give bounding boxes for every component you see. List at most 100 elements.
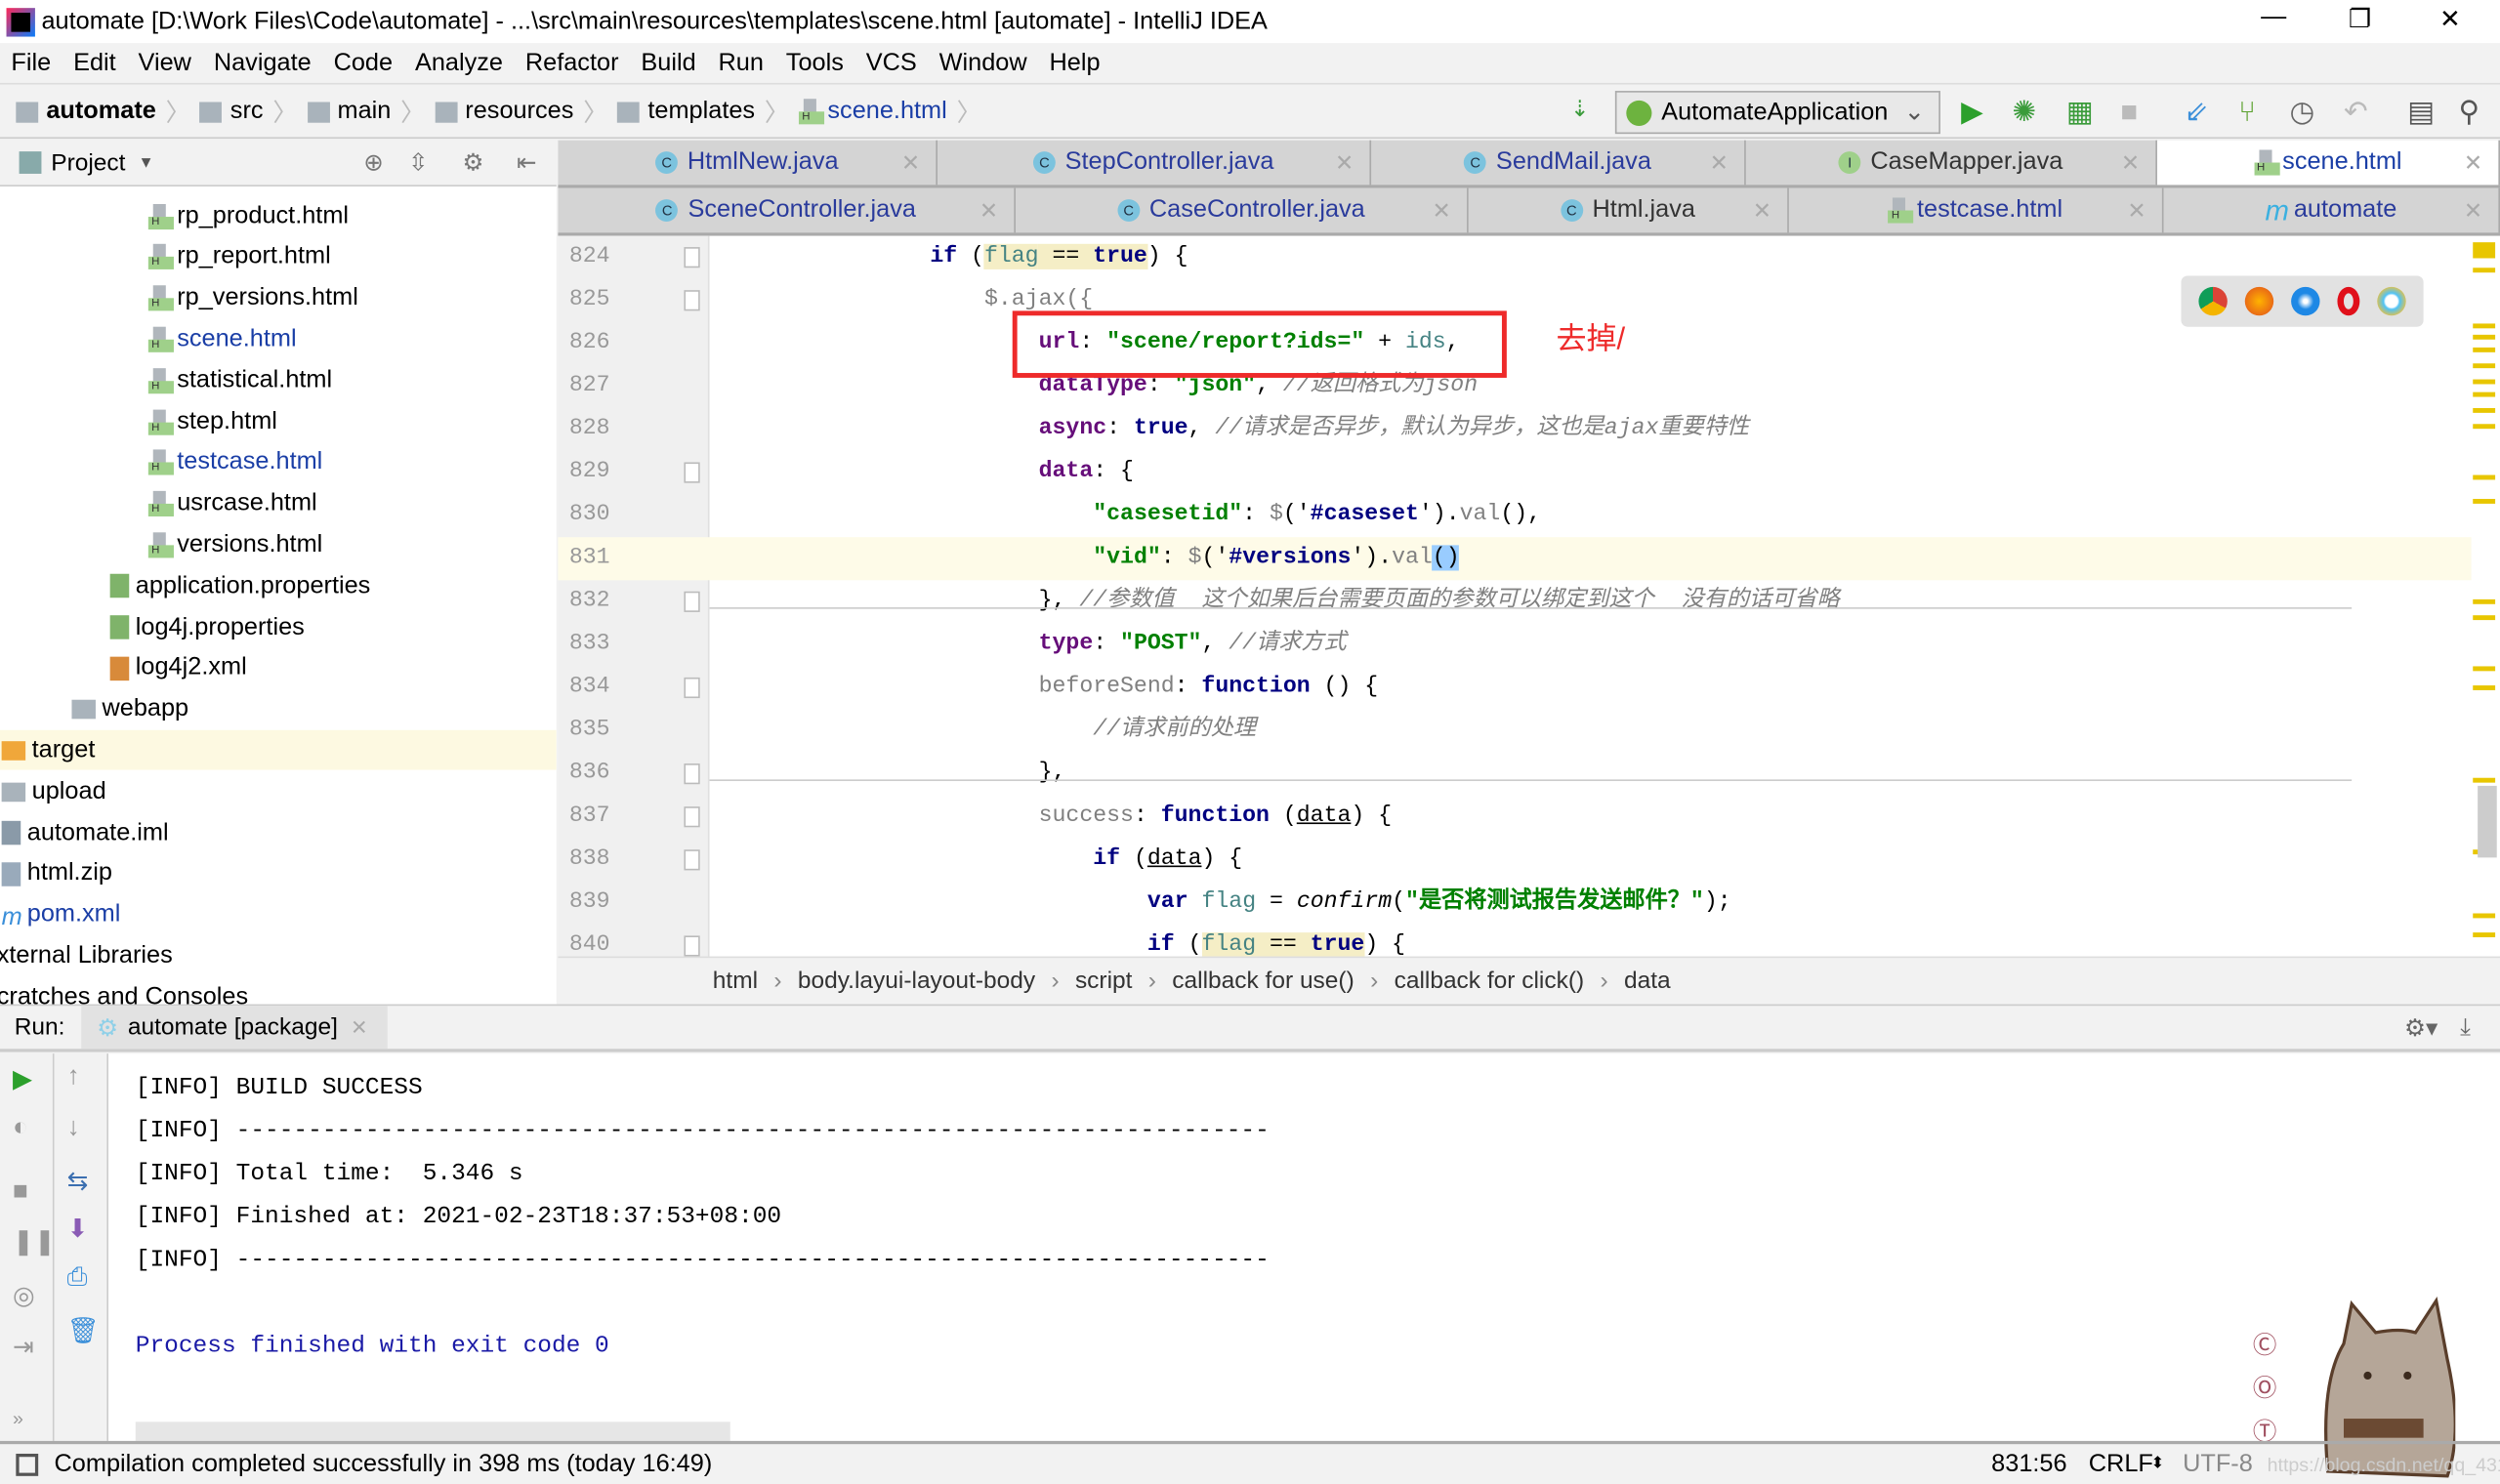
- menu-navigate[interactable]: Navigate: [214, 49, 312, 77]
- menu-tools[interactable]: Tools: [786, 49, 844, 77]
- code-line[interactable]: 839 var flag = confirm("是否将测试报告发送邮件？");: [558, 882, 2471, 925]
- code-line[interactable]: 838 if (data) {: [558, 839, 2471, 882]
- close-tab-icon[interactable]: ✕: [1433, 197, 1451, 225]
- tree-item[interactable]: m pom.xml: [1, 895, 120, 935]
- arrow-down-icon[interactable]: ↓: [67, 1114, 80, 1142]
- rerun-icon[interactable]: ▶: [13, 1063, 32, 1095]
- fold-marker-icon[interactable]: [684, 806, 700, 828]
- soft-wrap-icon[interactable]: ⇆: [67, 1165, 89, 1197]
- revert-icon[interactable]: ↶: [2344, 96, 2368, 129]
- fold-marker-icon[interactable]: [684, 247, 700, 268]
- sort-icon[interactable]: ⇣: [1570, 96, 1589, 123]
- breadcrumb-item[interactable]: templates 〉: [617, 94, 789, 129]
- tree-item[interactable]: rp_report.html: [147, 237, 331, 277]
- internet-explorer-icon[interactable]: [2376, 286, 2405, 316]
- tab-automate[interactable]: m automate ✕: [2164, 187, 2500, 233]
- code-line[interactable]: 832}, //参数值 这个如果后台需要页面的参数可以绑定到这个 没有的话可省略: [558, 580, 2471, 623]
- code-line[interactable]: 826 url: "scene/report?ids=" + ids,: [558, 322, 2471, 365]
- error-stripe-marker[interactable]: [2473, 363, 2496, 369]
- editor-breadcrumb-item[interactable]: callback for click(): [1395, 967, 1585, 994]
- error-stripe-marker[interactable]: [2473, 334, 2496, 340]
- close-tab-icon[interactable]: ✕: [1753, 197, 1771, 225]
- menu-run[interactable]: Run: [719, 49, 764, 77]
- error-stripe-marker[interactable]: [2473, 499, 2496, 504]
- fold-marker-icon[interactable]: [684, 763, 700, 785]
- debug-icon[interactable]: ✺: [2012, 96, 2036, 129]
- tree-item[interactable]: log4j.properties: [109, 607, 305, 647]
- editor-breadcrumb-item[interactable]: html: [713, 967, 758, 994]
- tab-scene-html[interactable]: scene.html ✕: [2156, 140, 2500, 186]
- collapse-all-icon[interactable]: ⇳: [408, 148, 429, 177]
- error-stripe-marker[interactable]: [2473, 392, 2496, 397]
- error-stripe-marker[interactable]: [2473, 242, 2496, 259]
- tab-htmlnew-java[interactable]: C HtmlNew.java ✕: [558, 140, 938, 186]
- code-editor[interactable]: 840 if (flag == true) {839 var flag = conf…: [558, 235, 2500, 957]
- trash-icon[interactable]: 🗑: [67, 1315, 100, 1347]
- close-tab-icon[interactable]: ✕: [979, 197, 998, 225]
- project-view-select[interactable]: Project: [51, 149, 125, 177]
- search-icon[interactable]: ⚲: [2459, 96, 2480, 129]
- toggle-tool-windows-icon[interactable]: [16, 1453, 39, 1476]
- menu-view[interactable]: View: [139, 49, 191, 77]
- tree-item[interactable]: application.properties: [109, 566, 370, 606]
- line-separator[interactable]: CRLF: [2089, 1450, 2153, 1478]
- tree-item[interactable]: automate.iml: [1, 813, 169, 853]
- close-button[interactable]: ✕: [2439, 3, 2461, 35]
- code-line[interactable]: 840 if (flag == true) {: [558, 925, 2471, 957]
- minimize-button[interactable]: —: [2261, 3, 2286, 31]
- run-icon[interactable]: ▶: [1961, 96, 1983, 129]
- editor-scrollbar[interactable]: [2478, 785, 2497, 858]
- dropdown-icon[interactable]: ▼: [139, 154, 154, 172]
- gear-icon[interactable]: ⚙: [462, 148, 483, 177]
- menu-file[interactable]: File: [11, 49, 51, 77]
- error-stripe-marker[interactable]: [2473, 615, 2496, 621]
- tree-item[interactable]: step.html: [147, 401, 277, 441]
- menu-edit[interactable]: Edit: [73, 49, 116, 77]
- error-stripe-marker[interactable]: [2473, 913, 2496, 919]
- run-tab[interactable]: ⚙ automate [package] ✕: [80, 1006, 388, 1050]
- breadcrumb-item[interactable]: resources 〉: [435, 94, 608, 129]
- close-tab-icon[interactable]: ✕: [351, 1014, 368, 1040]
- vcs-update-icon[interactable]: ⇙: [2185, 96, 2209, 129]
- tree-item[interactable]: cratches and Consoles: [0, 977, 248, 1005]
- menu-vcs[interactable]: VCS: [866, 49, 917, 77]
- tree-item[interactable]: versions.html: [147, 525, 322, 565]
- console-output[interactable]: Ⓒ Ⓞ Ⓣ [INFO] BUILD SUCCESS [INFO] -------…: [108, 1053, 2500, 1478]
- menu-help[interactable]: Help: [1050, 49, 1101, 77]
- close-tab-icon[interactable]: ✕: [1335, 149, 1354, 177]
- locate-icon[interactable]: ⊕: [363, 148, 384, 177]
- close-tab-icon[interactable]: ✕: [2464, 149, 2482, 177]
- menu-build[interactable]: Build: [641, 49, 695, 77]
- stop-icon[interactable]: ■: [2120, 96, 2138, 129]
- camera-icon[interactable]: ◎: [13, 1280, 35, 1312]
- debug-rerun-icon[interactable]: ◐: [13, 1114, 28, 1142]
- tree-item[interactable]: log4j2.xml: [109, 648, 247, 688]
- restore-button[interactable]: ❐: [2349, 3, 2371, 35]
- close-tab-icon[interactable]: ✕: [2121, 149, 2140, 177]
- code-line[interactable]: 831 "vid": $('#versions').val(): [558, 537, 2472, 581]
- close-tab-icon[interactable]: ✕: [901, 149, 920, 177]
- code-line[interactable]: 827 dataType: "json", //返回格式为json: [558, 365, 2471, 408]
- error-stripe-marker[interactable]: [2473, 685, 2496, 690]
- close-tab-icon[interactable]: ✕: [2127, 197, 2146, 225]
- close-tab-icon[interactable]: ✕: [2464, 197, 2482, 225]
- tree-item[interactable]: webapp: [71, 689, 188, 729]
- hide-icon[interactable]: ⤓: [2460, 1013, 2471, 1041]
- more-icon[interactable]: »: [13, 1408, 23, 1430]
- encoding[interactable]: UTF-8: [2183, 1450, 2253, 1478]
- fold-marker-icon[interactable]: [684, 677, 700, 699]
- opera-icon[interactable]: [2337, 286, 2359, 316]
- print-icon[interactable]: ⎙: [67, 1264, 88, 1293]
- stop-icon[interactable]: ■: [13, 1178, 28, 1207]
- code-line[interactable]: 833 type: "POST", //请求方式: [558, 623, 2471, 666]
- error-stripe-marker[interactable]: [2473, 777, 2496, 783]
- breadcrumb-item[interactable]: automate 〉: [16, 94, 190, 129]
- error-stripe-marker[interactable]: [2473, 666, 2496, 672]
- code-line[interactable]: 835 //请求前的处理: [558, 710, 2471, 753]
- code-line[interactable]: 837 success: function (data) {: [558, 796, 2471, 839]
- menu-code[interactable]: Code: [334, 49, 394, 77]
- error-stripe-marker[interactable]: [2473, 598, 2496, 604]
- menu-window[interactable]: Window: [939, 49, 1027, 77]
- scroll-to-end-icon[interactable]: ⬇: [67, 1213, 89, 1245]
- editor-breadcrumb-item[interactable]: data: [1624, 967, 1671, 994]
